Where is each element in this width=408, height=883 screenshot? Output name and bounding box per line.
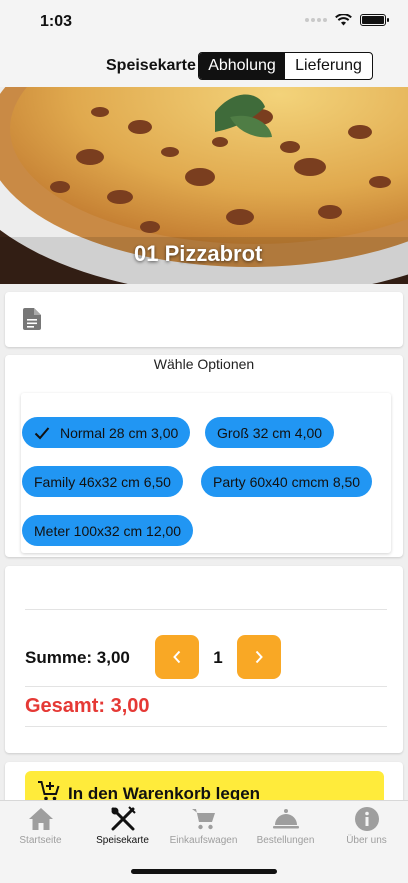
checkmark-icon: [34, 426, 50, 439]
total-label: Gesamt: 3,00: [25, 695, 150, 717]
tab-label: Startseite: [19, 835, 62, 846]
wifi-icon: [335, 14, 352, 26]
option-chip-party[interactable]: Party 60x40 cmcm 8,50: [201, 466, 373, 497]
nav-title: Speisekarte: [106, 57, 196, 74]
options-card: Wähle Optionen Normal 28 cm 3,00 Groß 32…: [5, 355, 403, 557]
status-time: 1:03: [40, 13, 73, 30]
segment-lieferung[interactable]: Lieferung: [285, 53, 372, 79]
product-hero-image: 01 Pizzabrot: [0, 87, 408, 284]
order-type-segmented-control: Abholung Lieferung: [198, 52, 373, 80]
option-chip-meter[interactable]: Meter 100x32 cm 12,00: [22, 515, 194, 546]
info-icon: [354, 807, 379, 831]
status-bar: 1:03: [0, 0, 408, 44]
tab-label: Speisekarte: [96, 835, 149, 846]
cloche-icon: [272, 809, 299, 829]
tab-speisekarte[interactable]: Speisekarte: [82, 801, 163, 853]
product-title: 01 Pizzabrot: [134, 241, 263, 266]
home-icon: [28, 808, 53, 830]
options-title: Wähle Optionen: [153, 356, 255, 372]
segment-abholung[interactable]: Abholung: [199, 53, 285, 79]
chevron-left-icon: [173, 650, 181, 664]
option-chip-label: Party 60x40 cmcm 8,50: [213, 473, 361, 490]
quantity-value: 1: [213, 648, 223, 667]
divider: [25, 686, 387, 687]
nav-bar: Speisekarte Abholung Lieferung: [0, 44, 408, 87]
chevron-right-icon: [255, 650, 263, 664]
tab-label: Über uns: [346, 835, 387, 846]
status-icons: [305, 14, 389, 26]
quantity-decrease-button[interactable]: [155, 635, 199, 679]
sum-label: Summe: 3,00: [25, 648, 130, 667]
home-indicator: [131, 869, 277, 874]
option-chip-label: Normal 28 cm 3,00: [60, 424, 179, 441]
signal-icon: [305, 18, 327, 22]
cart-icon: [191, 809, 215, 830]
add-to-cart-icon: [38, 781, 60, 801]
tab-label: Einkaufswagen: [169, 835, 238, 846]
options-chip-group: Normal 28 cm 3,00 Groß 32 cm 4,00 Family…: [21, 393, 391, 553]
quantity-increase-button[interactable]: [237, 635, 281, 679]
tab-label: Bestellungen: [256, 835, 315, 846]
tab-startseite[interactable]: Startseite: [0, 801, 81, 853]
option-chip-family[interactable]: Family 46x32 cm 6,50: [22, 466, 183, 497]
summary-card: Summe: 3,00 1 Gesamt: 3,00: [5, 566, 403, 753]
tab-einkaufswagen[interactable]: Einkaufswagen: [163, 801, 244, 853]
tab-ueber-uns[interactable]: Über uns: [326, 801, 407, 853]
divider: [25, 609, 387, 610]
option-chip-label: Groß 32 cm 4,00: [217, 424, 323, 441]
document-icon: [23, 308, 41, 330]
description-card: [5, 292, 403, 347]
option-chip-label: Family 46x32 cm 6,50: [34, 473, 171, 490]
divider: [25, 726, 387, 727]
tab-bestellungen[interactable]: Bestellungen: [245, 801, 326, 853]
option-chip-label: Meter 100x32 cm 12,00: [34, 522, 182, 539]
battery-icon: [360, 14, 389, 26]
option-chip-gross[interactable]: Groß 32 cm 4,00: [205, 417, 335, 448]
cutlery-icon: [111, 806, 136, 831]
option-chip-normal[interactable]: Normal 28 cm 3,00: [22, 417, 191, 448]
